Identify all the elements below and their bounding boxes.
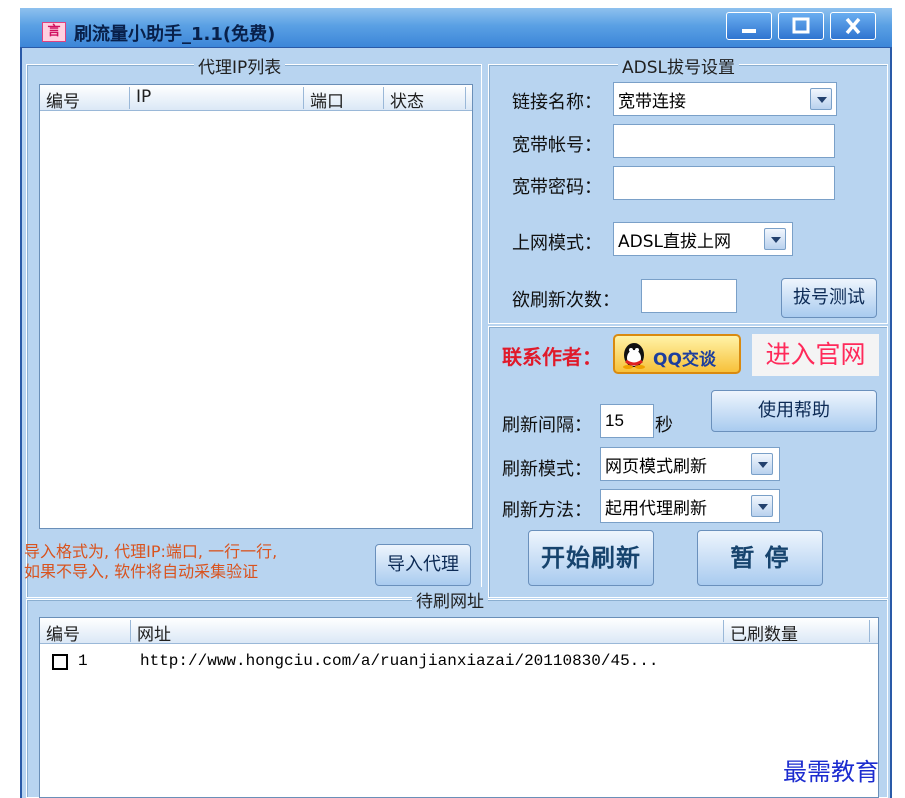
proxy-col-status[interactable]: 状态 [384,87,466,112]
minimize-icon [742,29,756,33]
app-logo-icon: 言 [42,22,66,42]
interval-input[interactable] [600,404,654,438]
row-url: http://www.hongciu.com/a/ruanjianxiazai/… [140,652,659,670]
start-refresh-button[interactable]: 开始刷新 [528,530,654,586]
chevron-down-icon[interactable] [810,88,832,110]
window-title: 刷流量小助手_1.1(免费) [74,24,276,45]
net-mode-select[interactable]: ADSL直拔上网 [613,222,793,256]
refresh-count-label: 欲刷新次数： [512,290,620,311]
conn-name-label: 链接名称： [512,92,602,113]
official-site-link[interactable]: 进入官网 [752,334,879,376]
account-label: 宽带帐号： [512,135,602,156]
pause-button[interactable]: 暂 停 [697,530,823,586]
import-proxy-button[interactable]: 导入代理 [375,544,471,586]
chevron-down-icon[interactable] [751,495,773,517]
conn-name-select[interactable]: 宽带连接 [613,82,837,116]
proxy-col-port[interactable]: 端口 [304,87,384,112]
proxy-list[interactable]: 编号 IP 端口 状态 [39,84,473,529]
dial-test-button[interactable]: 拔号测试 [781,278,877,318]
qq-penguin-icon [623,343,645,369]
proxy-col-ip[interactable]: IP [130,87,304,109]
help-button[interactable]: 使用帮助 [711,390,877,432]
table-row[interactable]: 1 http://www.hongciu.com/a/ruanjianxiaza… [40,650,878,676]
account-input[interactable] [613,124,835,158]
refresh-method-value: 起用代理刷新 [605,499,707,519]
qq-chat-button[interactable]: QQ交谈 [613,334,741,374]
proxy-group-legend: 代理IP列表 [194,53,286,78]
chevron-down-icon[interactable] [751,453,773,475]
refresh-count-input[interactable] [641,279,737,313]
adsl-group-legend: ADSL拔号设置 [618,53,739,78]
row-id: 1 [78,652,88,670]
url-col-id[interactable]: 编号 [40,620,131,645]
row-checkbox[interactable] [52,654,68,670]
net-mode-label: 上网模式： [512,233,602,254]
url-list[interactable]: 编号 网址 已刷数量 1 http://www.hongciu.com/a/ru… [39,617,879,798]
net-mode-value: ADSL直拔上网 [618,232,731,252]
interval-label: 刷新间隔： [502,415,592,436]
refresh-method-select[interactable]: 起用代理刷新 [600,489,780,523]
refresh-method-label: 刷新方法： [502,500,592,521]
url-col-url[interactable]: 网址 [131,620,724,645]
watermark: 最需教育 [783,758,879,786]
password-input[interactable] [613,166,835,200]
url-list-header: 编号 网址 已刷数量 [40,618,878,645]
maximize-button[interactable] [778,12,824,40]
refresh-mode-value: 网页模式刷新 [605,457,707,477]
minimize-button[interactable] [726,12,772,40]
qq-chat-label: QQ交谈 [653,350,716,370]
refresh-mode-label: 刷新模式： [502,459,592,480]
contact-author-label: 联系作者： [502,345,602,369]
url-group-legend: 待刷网址 [412,587,488,612]
conn-name-value: 宽带连接 [618,92,686,112]
interval-unit: 秒 [655,415,673,436]
url-col-count[interactable]: 已刷数量 [724,620,870,645]
chevron-down-icon[interactable] [764,228,786,250]
password-label: 宽带密码： [512,177,602,198]
maximize-icon [792,17,810,34]
close-icon [845,17,861,35]
refresh-mode-select[interactable]: 网页模式刷新 [600,447,780,481]
import-hint-line2: 如果不导入, 软件将自动采集验证 [24,562,259,581]
proxy-list-header: 编号 IP 端口 状态 [40,85,472,112]
import-hint-line1: 导入格式为, 代理IP:端口, 一行一行, [24,542,278,561]
proxy-col-id[interactable]: 编号 [40,87,130,112]
close-button[interactable] [830,12,876,40]
